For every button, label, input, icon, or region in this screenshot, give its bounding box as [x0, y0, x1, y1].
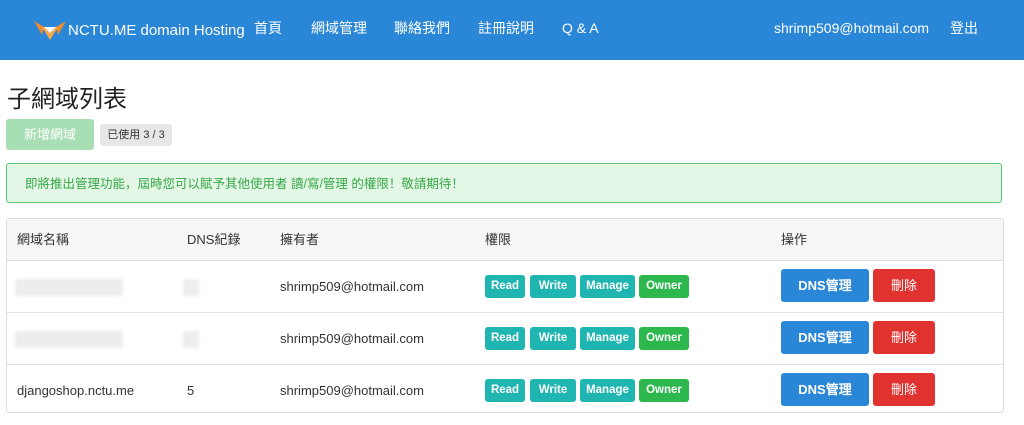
delete-button[interactable]: 刪除	[873, 373, 935, 406]
nav-domain-management[interactable]: 網域管理	[311, 0, 367, 60]
nav-registration-guide[interactable]: 註冊說明	[478, 0, 534, 60]
perm-owner-badge: Owner	[639, 327, 689, 350]
logout-link[interactable]: 登出	[950, 0, 978, 60]
subdomain-table: 網域名稱 DNS紀錄 擁有者 權限 操作 shrimp509@hotmail.c…	[6, 218, 1004, 413]
perm-read-badge: Read	[485, 275, 525, 298]
perm-manage-badge: Manage	[580, 275, 635, 298]
nav-contact[interactable]: 聯絡我們	[394, 0, 450, 60]
header-dns-records: DNS紀錄	[187, 232, 241, 247]
table-row: shrimp509@hotmail.com Read Write Manage …	[7, 261, 1003, 313]
perm-write-badge: Write	[530, 379, 576, 402]
header-owner: 擁有者	[280, 232, 320, 247]
redacted-dns-count	[183, 331, 199, 348]
dns-manage-button[interactable]: DNS管理	[781, 269, 869, 302]
perm-read-badge: Read	[485, 327, 525, 350]
delete-button[interactable]: 刪除	[873, 269, 935, 302]
top-navbar: NCTU.ME domain Hosting 首頁 網域管理 聯絡我們 註冊說明…	[0, 0, 1024, 60]
brand-link[interactable]: NCTU.ME domain Hosting	[34, 0, 245, 60]
table-row: shrimp509@hotmail.com Read Write Manage …	[7, 313, 1003, 365]
page-title: 子網域列表	[7, 86, 127, 113]
header-actions: 操作	[781, 232, 808, 247]
owner-email: shrimp509@hotmail.com	[280, 383, 424, 398]
usage-badge: 已使用 3 / 3	[100, 124, 172, 146]
nav-home[interactable]: 首頁	[254, 0, 282, 60]
dns-record-count: 5	[187, 383, 195, 398]
perm-write-badge: Write	[530, 327, 576, 350]
nav-qa[interactable]: Q & A	[562, 0, 599, 60]
notice-alert: 即將推出管理功能，屆時您可以賦予其他使用者 讀/寫/管理 的權限！敬請期待！	[6, 163, 1002, 203]
dns-manage-button[interactable]: DNS管理	[781, 373, 869, 406]
notice-text: 即將推出管理功能，屆時您可以賦予其他使用者 讀/寫/管理 的權限！敬請期待！	[25, 177, 464, 191]
user-email-link[interactable]: shrimp509@hotmail.com	[774, 0, 929, 60]
domain-name: djangoshop.nctu.me	[17, 383, 135, 398]
perm-read-badge: Read	[485, 379, 525, 402]
owner-email: shrimp509@hotmail.com	[280, 279, 424, 294]
dns-manage-button[interactable]: DNS管理	[781, 321, 869, 354]
redacted-domain	[15, 279, 123, 296]
brand-name: NCTU.ME domain Hosting	[68, 21, 245, 39]
delete-button[interactable]: 刪除	[873, 321, 935, 354]
perm-manage-badge: Manage	[580, 327, 635, 350]
redacted-dns-count	[183, 279, 199, 296]
perm-owner-badge: Owner	[639, 379, 689, 402]
redacted-domain	[15, 331, 123, 348]
header-domain: 網域名稱	[17, 232, 70, 247]
perm-manage-badge: Manage	[580, 379, 635, 402]
perm-owner-badge: Owner	[639, 275, 689, 298]
header-permissions: 權限	[485, 232, 512, 247]
fox-logo-icon	[34, 21, 66, 40]
owner-email: shrimp509@hotmail.com	[280, 331, 424, 346]
table-row: djangoshop.nctu.me 5 shrimp509@hotmail.c…	[7, 365, 1003, 416]
perm-write-badge: Write	[530, 275, 576, 298]
add-domain-button[interactable]: 新增網域	[6, 119, 94, 150]
table-header: 網域名稱 DNS紀錄 擁有者 權限 操作	[7, 219, 1003, 261]
